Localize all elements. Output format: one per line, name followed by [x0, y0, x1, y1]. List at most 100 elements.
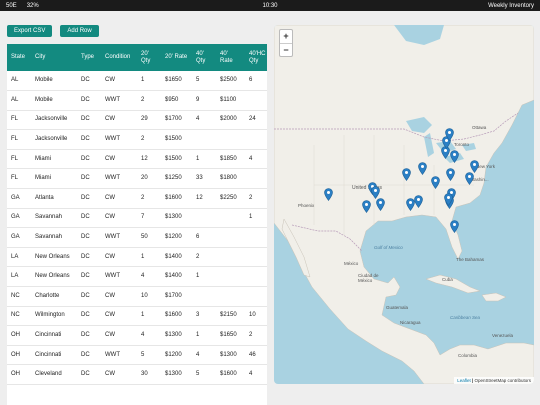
map-view[interactable]: + − Ottawa Toronto New York Washin... Un…	[274, 25, 534, 384]
column-header[interactable]: 20' Qty	[137, 44, 161, 71]
location-marker-icon[interactable]	[444, 128, 454, 141]
table-cell: 3	[192, 306, 216, 327]
table-cell: 50	[137, 227, 161, 248]
table-row[interactable]: LA New Orleans DC WWT 4 $1400 1	[7, 266, 267, 288]
table-cell: 1	[137, 306, 161, 327]
hispaniola-land	[481, 292, 507, 302]
table-cell: Miami	[31, 168, 77, 190]
table-row[interactable]: FL Miami DC CW 12 $1500 1 $1850 4	[7, 149, 267, 170]
table-row[interactable]: AL Mobile DC WWT 2 $950 9 $1100	[7, 90, 267, 111]
column-header[interactable]: 40' Qty	[192, 44, 216, 71]
location-marker-icon[interactable]	[449, 220, 459, 233]
table-cell: Miami	[31, 149, 77, 170]
map-label-gulf: Gulf of Mexico	[374, 245, 403, 250]
map-label-colombia: Colombia	[458, 353, 478, 358]
location-marker-icon[interactable]	[469, 160, 479, 173]
export-csv-button[interactable]: Export CSV	[7, 25, 53, 37]
table-cell: DC	[77, 208, 101, 229]
table-cell: 4	[245, 149, 267, 170]
location-marker-icon[interactable]	[449, 150, 459, 163]
table-cell: GA	[7, 227, 31, 248]
table-cell: $1600	[161, 188, 192, 209]
inventory-table-container[interactable]: State City Type Condition 20' Qty 20' Rate 40'…	[7, 44, 267, 405]
table-cell: CW	[101, 110, 137, 131]
table-cell: CW	[101, 286, 137, 307]
table-cell: 2	[137, 188, 161, 209]
table-cell: DC	[77, 306, 101, 327]
zoom-in-button[interactable]: +	[280, 30, 292, 43]
table-cell: $1700	[161, 110, 192, 131]
location-marker-icon[interactable]	[361, 200, 371, 213]
table-row[interactable]: GA Savannah DC CW 7 $1300 1	[7, 208, 267, 229]
location-marker-icon[interactable]	[375, 198, 385, 211]
table-row[interactable]: FL Jacksonville DC CW 29 $1700 4 $2000 24	[7, 110, 267, 131]
map-label-nicaragua: Nicaragua	[400, 320, 421, 325]
map-attribution: Leaflet | OpenStreetMap contributors	[454, 377, 534, 384]
table-row[interactable]: OH Cincinnati DC CW 4 $1300 1 $1650 2	[7, 325, 267, 346]
table-cell: WWT	[101, 345, 137, 366]
table-cell: 1	[192, 149, 216, 170]
table-row[interactable]: LA New Orleans DC CW 1 $1400 2	[7, 247, 267, 268]
table-cell: DC	[77, 168, 101, 190]
location-marker-icon[interactable]	[443, 193, 453, 206]
zoom-control: + −	[279, 29, 293, 57]
column-header[interactable]: Type	[77, 44, 101, 71]
table-row[interactable]: GA Atlanta DC CW 2 $1600 12 $2250 2	[7, 188, 267, 209]
table-cell	[216, 208, 245, 229]
status-bar: 50E 32% 10:30 Weekly Inventory	[0, 0, 540, 11]
table-cell	[245, 168, 267, 190]
column-header[interactable]: 40'HC Qty	[245, 44, 267, 71]
table-cell: WWT	[101, 266, 137, 288]
map-label-ottawa: Ottawa	[472, 125, 487, 130]
location-marker-icon[interactable]	[430, 176, 440, 189]
table-row[interactable]: OH Cleveland DC CW 30 $1300 5 $1600 4	[7, 364, 267, 385]
table-cell: WWT	[101, 90, 137, 111]
table-cell: $1300	[161, 325, 192, 346]
table-cell: 5	[192, 71, 216, 92]
location-marker-icon[interactable]	[413, 195, 423, 208]
table-cell: $1600	[216, 364, 245, 385]
map-label-venezuela: Venezuela	[492, 333, 514, 338]
location-marker-icon[interactable]	[417, 162, 427, 175]
location-marker-icon[interactable]	[401, 168, 411, 181]
column-header[interactable]: 20' Rate	[161, 44, 192, 71]
zoom-out-button[interactable]: −	[280, 43, 292, 56]
table-cell: 2	[137, 129, 161, 150]
leaflet-link[interactable]: Leaflet	[457, 378, 471, 383]
table-cell: $1850	[216, 149, 245, 170]
table-cell: DC	[77, 364, 101, 385]
table-cell: 1	[245, 208, 267, 229]
table-cell: GA	[7, 188, 31, 209]
table-cell: DC	[77, 110, 101, 131]
table-cell	[216, 227, 245, 248]
column-header[interactable]: City	[31, 44, 77, 71]
location-marker-icon[interactable]	[464, 172, 474, 185]
table-row[interactable]: GA Savannah DC WWT 50 $1200 6	[7, 227, 267, 248]
table-cell: 10	[245, 306, 267, 327]
table-cell: FL	[7, 149, 31, 170]
column-header[interactable]: 40' Rate	[216, 44, 245, 71]
table-row[interactable]: FL Miami DC WWT 20 $1250 33 $1800	[7, 168, 267, 190]
add-row-button[interactable]: Add Row	[60, 25, 99, 37]
table-row[interactable]: NC Wilmington DC CW 1 $1600 3 $2150 10	[7, 306, 267, 327]
table-row[interactable]: FL Jacksonville DC WWT 2 $1500	[7, 129, 267, 150]
table-cell: Atlanta	[31, 188, 77, 209]
table-cell: 4	[192, 110, 216, 131]
table-cell: New Orleans	[31, 247, 77, 268]
column-header[interactable]: Condition	[101, 44, 137, 71]
table-cell: $1300	[161, 208, 192, 229]
table-cell: $1400	[161, 247, 192, 268]
column-header[interactable]: State	[7, 44, 31, 71]
table-row[interactable]: AL Mobile DC CW 1 $1650 5 $2500 6	[7, 71, 267, 92]
table-row[interactable]: OH Cincinnati DC WWT 5 $1200 4 $1300 46	[7, 345, 267, 366]
table-cell	[192, 286, 216, 307]
table-row[interactable]: NC Charlotte DC CW 10 $1700	[7, 286, 267, 307]
location-marker-icon[interactable]	[323, 188, 333, 201]
map-label-ciudad-de-mexico: Ciudad de México	[358, 273, 379, 283]
table-cell: FL	[7, 129, 31, 150]
table-cell: Cleveland	[31, 364, 77, 385]
table-cell: 4	[137, 325, 161, 346]
table-cell	[245, 286, 267, 307]
location-marker-icon[interactable]	[445, 168, 455, 181]
table-cell: 2	[137, 90, 161, 111]
